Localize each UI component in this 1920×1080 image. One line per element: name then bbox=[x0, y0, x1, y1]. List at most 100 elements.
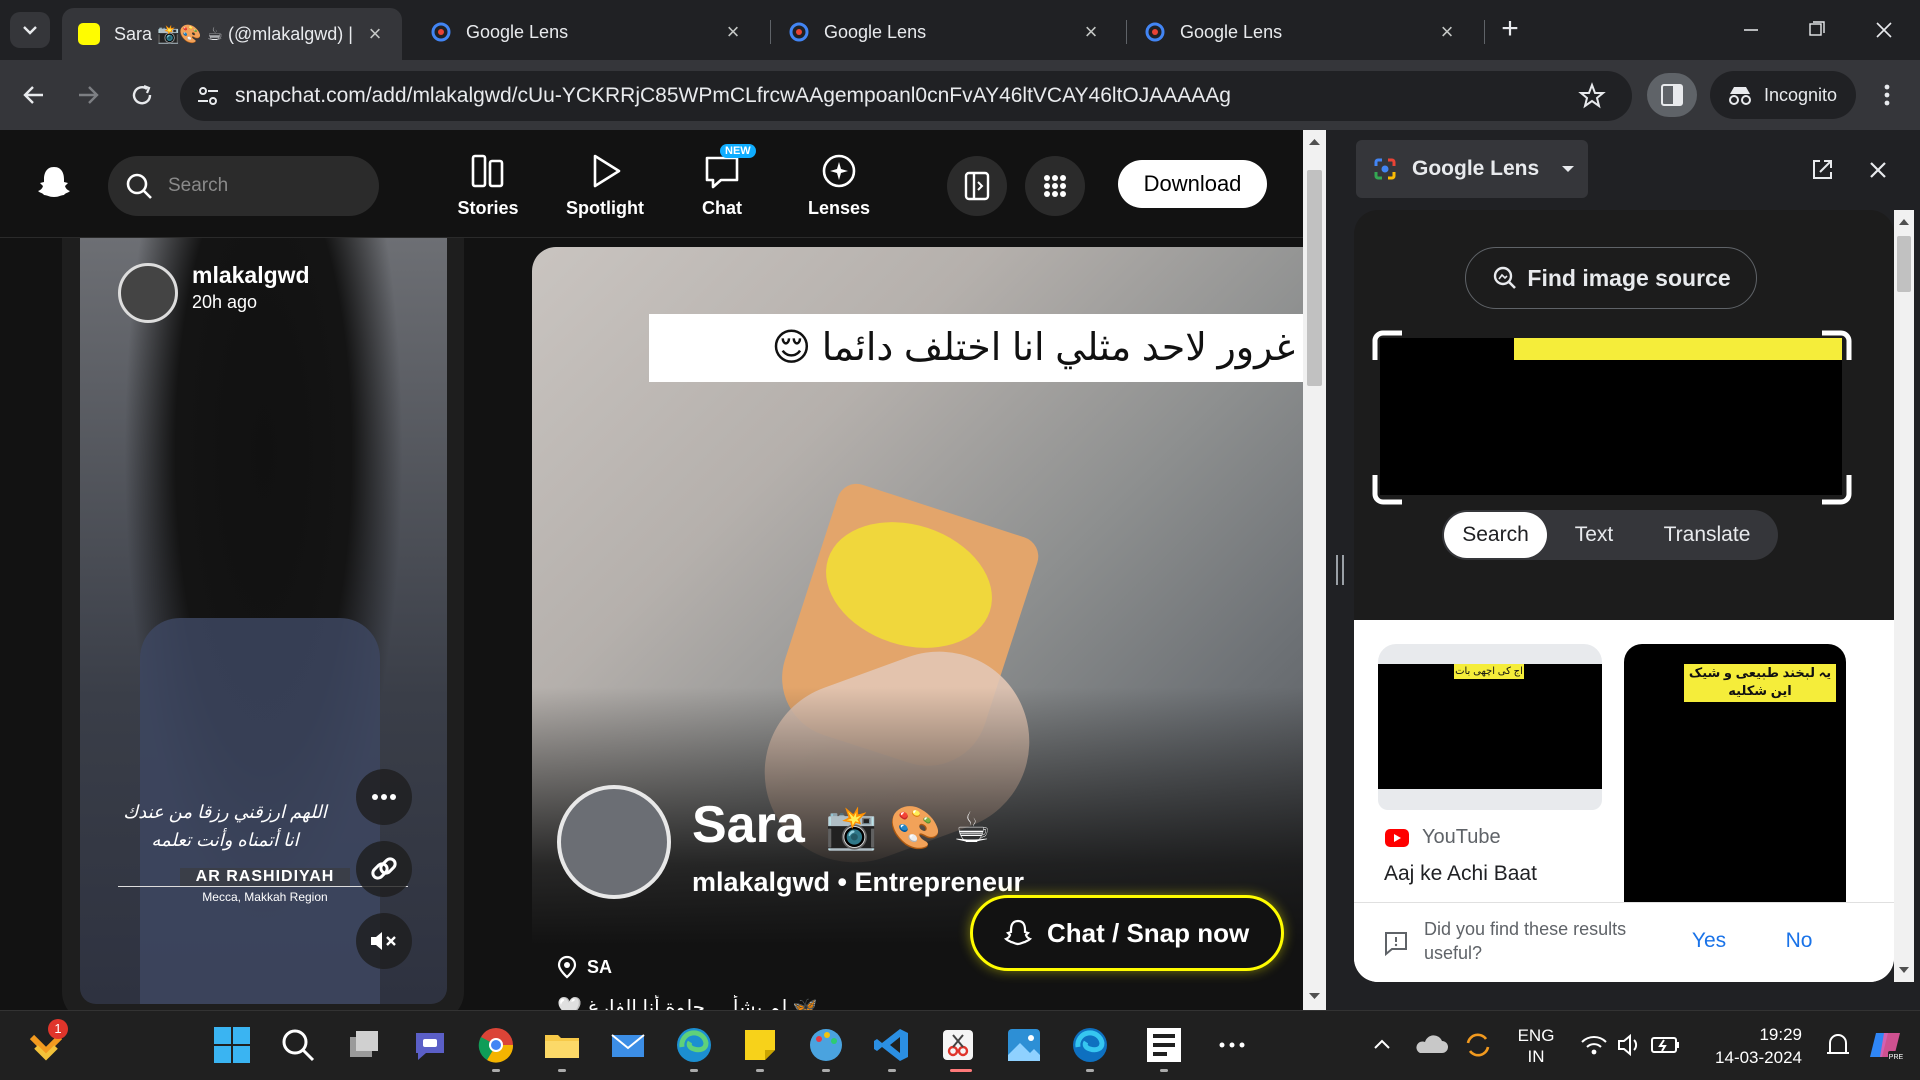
search-box[interactable]: Search bbox=[108, 156, 379, 216]
language-indicator[interactable]: ENG IN bbox=[1508, 1025, 1564, 1067]
panel-resize-handle[interactable] bbox=[1336, 555, 1344, 585]
scroll-up-icon[interactable] bbox=[1303, 134, 1326, 150]
volume-mute-icon bbox=[371, 932, 396, 950]
open-in-new-tab-button[interactable] bbox=[1806, 154, 1838, 186]
grid-icon bbox=[1044, 175, 1066, 197]
edge-button[interactable] bbox=[674, 1025, 714, 1065]
start-button[interactable] bbox=[212, 1025, 252, 1065]
task-view-button[interactable] bbox=[344, 1025, 384, 1065]
close-window-button[interactable] bbox=[1864, 18, 1904, 42]
battery-icon[interactable] bbox=[1646, 1025, 1686, 1065]
tab-search[interactable]: Search bbox=[1444, 512, 1547, 558]
clock[interactable]: 19:29 14-03-2024 bbox=[1692, 1023, 1802, 1069]
reload-button[interactable] bbox=[124, 77, 160, 113]
ghost-icon bbox=[1003, 919, 1033, 946]
scrollbar-thumb[interactable] bbox=[1897, 236, 1911, 292]
close-tab-icon[interactable]: × bbox=[364, 23, 386, 45]
find-image-source-button[interactable]: Find image source bbox=[1465, 247, 1757, 309]
snapchat-logo-icon[interactable] bbox=[34, 162, 74, 202]
nav-spotlight[interactable]: Spotlight bbox=[555, 152, 655, 219]
new-tab-button[interactable]: + bbox=[1494, 14, 1526, 46]
page-scrollbar[interactable] bbox=[1303, 130, 1326, 1010]
story-card[interactable]: mlakalgwd 20h ago اللهم ارزقني رزقا من ع… bbox=[80, 238, 447, 1004]
snipping-tool-button[interactable] bbox=[938, 1025, 978, 1065]
teams-button[interactable] bbox=[410, 1025, 450, 1065]
google-lens-favicon-icon bbox=[431, 22, 451, 42]
address-bar[interactable]: snapchat.com/add/mlakalgwd/cUu-YCKRRjC85… bbox=[180, 71, 1632, 121]
more-apps-button[interactable] bbox=[1212, 1025, 1252, 1065]
mute-button[interactable] bbox=[356, 913, 412, 969]
forward-button[interactable] bbox=[70, 77, 106, 113]
tab-translate[interactable]: Translate bbox=[1640, 512, 1774, 558]
lens-title-dropdown[interactable]: Google Lens bbox=[1356, 140, 1588, 198]
tab-google-lens-3[interactable]: Google Lens × bbox=[1128, 10, 1474, 54]
minimize-button[interactable] bbox=[1730, 18, 1770, 42]
chat-snap-button[interactable]: Chat / Snap now bbox=[970, 895, 1284, 971]
copilot-icon[interactable]: PRE bbox=[1866, 1025, 1906, 1065]
more-options-button[interactable] bbox=[356, 769, 412, 825]
focus-assist-icon[interactable] bbox=[1818, 1025, 1858, 1065]
photos-button[interactable] bbox=[1004, 1025, 1044, 1065]
tab-snapchat[interactable]: Sara 📸🎨 ☕ (@mlakalgwd) | S × bbox=[62, 8, 402, 60]
edge-beta-button[interactable] bbox=[1070, 1025, 1110, 1065]
bookmark-star-button[interactable] bbox=[1578, 82, 1606, 110]
web-app-button[interactable] bbox=[947, 156, 1007, 216]
show-hidden-icons-button[interactable] bbox=[1362, 1025, 1402, 1065]
volume-icon[interactable] bbox=[1610, 1025, 1650, 1065]
side-panel-button[interactable] bbox=[1647, 73, 1697, 117]
feedback-no-button[interactable]: No bbox=[1774, 929, 1824, 953]
onedrive-icon[interactable] bbox=[1412, 1025, 1452, 1065]
scroll-down-icon[interactable] bbox=[1303, 988, 1326, 1004]
restore-button[interactable] bbox=[1796, 18, 1836, 42]
download-button[interactable]: Download bbox=[1118, 160, 1267, 208]
paint-button[interactable] bbox=[806, 1025, 846, 1065]
nav-chat[interactable]: Chat NEW bbox=[672, 144, 772, 219]
tab-text[interactable]: Text bbox=[1550, 512, 1638, 558]
notification-badge: 1 bbox=[48, 1019, 68, 1039]
apps-grid-button[interactable] bbox=[1025, 156, 1085, 216]
close-tab-icon[interactable]: × bbox=[1080, 21, 1102, 43]
site-info-icon[interactable] bbox=[192, 80, 224, 112]
tab-google-lens-1[interactable]: Google Lens × bbox=[414, 10, 760, 54]
tab-search-button[interactable] bbox=[10, 12, 50, 48]
close-tab-icon[interactable]: × bbox=[722, 21, 744, 43]
profile-snap-viewer[interactable]: غرور لاحد مثلي انا اختلف دائما 😌 Sara 📸 … bbox=[532, 247, 1303, 1010]
share-link-button[interactable] bbox=[356, 841, 412, 897]
feedback-yes-button[interactable]: Yes bbox=[1684, 929, 1734, 953]
lens-mode-tabs: Search Text Translate bbox=[1442, 510, 1778, 560]
search-taskbar-button[interactable] bbox=[278, 1025, 318, 1065]
search-placeholder: Search bbox=[168, 175, 229, 196]
close-tab-icon[interactable]: × bbox=[1436, 21, 1458, 43]
close-panel-button[interactable] bbox=[1862, 154, 1894, 186]
result-source-row: YouTube bbox=[1384, 826, 1501, 849]
tab-title: Google Lens bbox=[466, 21, 569, 42]
banner-text: غرور لاحد مثلي انا اختلف دائما 😌 bbox=[649, 314, 1303, 382]
nav-label: Stories bbox=[457, 198, 519, 218]
notepad-app-button[interactable] bbox=[1144, 1025, 1184, 1065]
file-explorer-button[interactable] bbox=[542, 1025, 582, 1065]
scrollbar-thumb[interactable] bbox=[1307, 170, 1322, 386]
sync-icon[interactable] bbox=[1458, 1025, 1498, 1065]
crop-frame-icon[interactable] bbox=[1372, 330, 1852, 505]
vscode-icon bbox=[874, 1029, 908, 1061]
sticky-notes-button[interactable] bbox=[740, 1025, 780, 1065]
incognito-indicator[interactable]: Incognito bbox=[1710, 71, 1856, 119]
story-username[interactable]: mlakalgwd bbox=[192, 262, 310, 289]
scroll-down-icon[interactable] bbox=[1894, 962, 1914, 978]
back-button[interactable] bbox=[16, 77, 52, 113]
avatar[interactable] bbox=[118, 263, 178, 323]
new-badge: NEW bbox=[720, 144, 756, 158]
scroll-up-icon[interactable] bbox=[1894, 214, 1914, 230]
chrome-button[interactable] bbox=[476, 1025, 516, 1065]
profile-avatar[interactable] bbox=[557, 785, 671, 899]
vscode-button[interactable] bbox=[872, 1025, 912, 1065]
weather-widget-icon[interactable]: 1 bbox=[26, 1019, 68, 1065]
lens-scrollbar[interactable] bbox=[1894, 210, 1914, 982]
browser-menu-button[interactable] bbox=[1872, 77, 1902, 113]
clock-time: 19:29 bbox=[1759, 1025, 1802, 1044]
nav-lenses[interactable]: Lenses bbox=[789, 152, 889, 219]
mail-button[interactable] bbox=[608, 1025, 648, 1065]
wifi-icon[interactable] bbox=[1574, 1025, 1614, 1065]
nav-stories[interactable]: Stories bbox=[438, 152, 538, 219]
tab-google-lens-2[interactable]: Google Lens × bbox=[772, 10, 1118, 54]
